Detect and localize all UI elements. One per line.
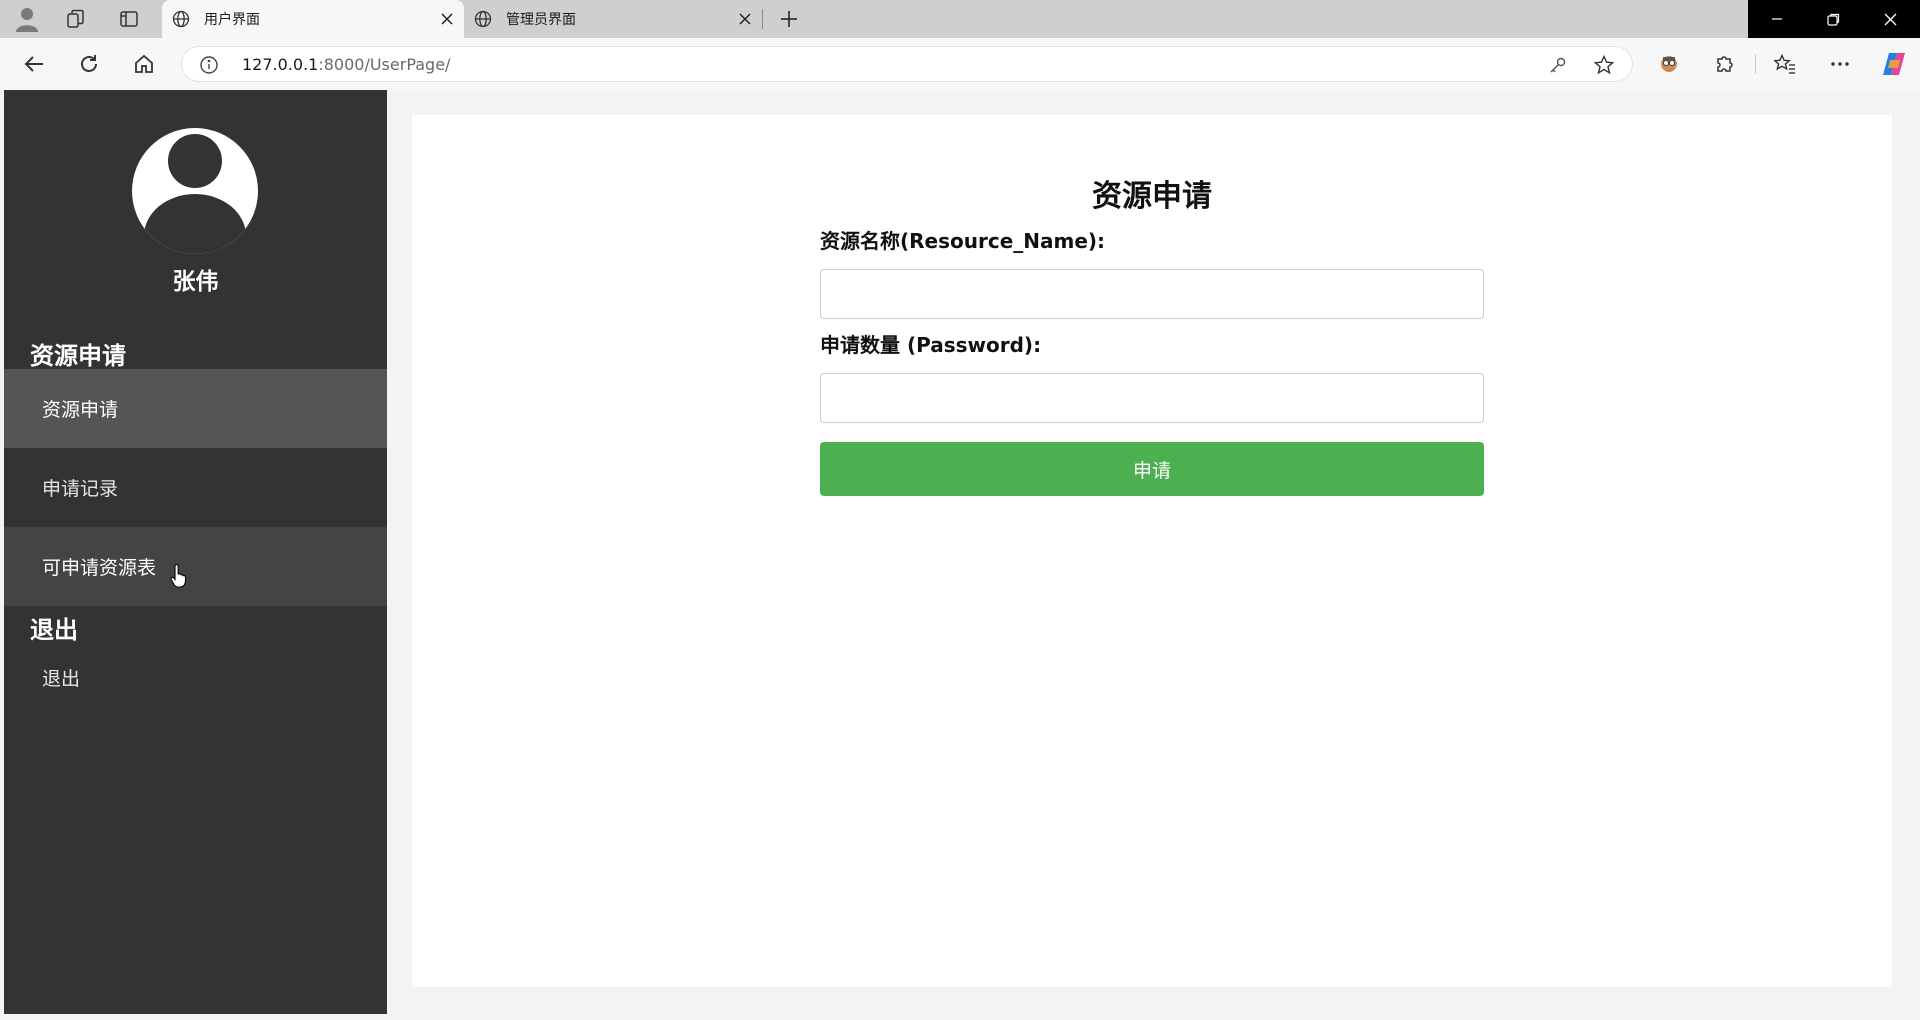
toolbar-separator [1755,54,1756,74]
sidebar-item-label: 资源申请 [42,399,119,421]
page-viewport: 张伟 资源申请 资源申请 申请记录 可申请资源表 退出 退出 资源申请 资源名称… [4,90,1916,1014]
copilot-icon[interactable] [1877,48,1911,80]
sidebar-item-apply-records[interactable]: 申请记录 [4,448,387,527]
hand-cursor-icon [170,563,188,592]
extensions-icon[interactable] [1707,48,1741,80]
browser-toolbar: 127.0.0.1:8000/UserPage/ [0,38,1920,90]
tab-title: 管理员界面 [506,12,576,28]
favorites-icon[interactable] [1768,48,1802,80]
key-icon[interactable] [1546,54,1570,76]
tab-strip: 用户界面 管理员界面 [0,0,1920,38]
collections-icon[interactable] [60,4,92,34]
sidebar-item-label: 申请记录 [42,478,119,500]
url-host: 127.0.0.1 [242,55,319,74]
vertical-tabs-icon[interactable] [113,4,145,34]
quantity-label: 申请数量 (Password): [820,333,1042,357]
resource-name-label: 资源名称(Resource_Name): [820,229,1106,253]
refresh-icon[interactable] [72,48,106,80]
globe-icon [172,10,190,28]
window-controls [1748,0,1920,38]
close-tab-icon[interactable] [434,6,460,32]
quantity-input[interactable] [820,373,1484,423]
avatar-head [168,134,222,188]
more-options-icon[interactable] [1823,48,1857,80]
address-bar[interactable]: 127.0.0.1:8000/UserPage/ [181,46,1633,82]
close-window-icon[interactable] [1862,0,1919,38]
home-icon[interactable] [127,48,161,80]
profile-icon[interactable] [11,4,43,34]
globe-icon [474,10,492,28]
close-tab-icon[interactable] [732,6,758,32]
url-text[interactable]: 127.0.0.1:8000/UserPage/ [242,55,450,74]
sidebar-item-resource-apply[interactable]: 资源申请 [4,369,387,448]
sidebar-item-available-resources[interactable]: 可申请资源表 [4,527,387,606]
resource-name-input[interactable] [820,269,1484,319]
avatar [132,128,258,254]
favorite-star-icon[interactable] [1592,54,1616,76]
form-title: 资源申请 [1092,179,1212,214]
restore-icon[interactable] [1805,0,1862,38]
tab-user-page[interactable]: 用户界面 [162,0,464,38]
avatar-shoulders [144,194,246,254]
main-content: 资源申请 资源名称(Resource_Name): 申请数量 (Password… [412,115,1892,987]
site-info-icon[interactable] [199,55,219,75]
back-icon[interactable] [17,48,51,80]
sidebar-item-label: 可申请资源表 [42,557,157,579]
tab-separator [762,9,763,29]
minimize-icon[interactable] [1748,0,1805,38]
apply-submit-button[interactable]: 申请 [820,442,1484,496]
tab-admin-page[interactable]: 管理员界面 [464,0,762,38]
section-title-resource: 资源申请 [30,342,126,370]
username: 张伟 [172,269,219,295]
section-title-logout: 退出 [30,616,78,644]
sidebar: 张伟 资源申请 资源申请 申请记录 可申请资源表 退出 退出 [4,90,387,1014]
tab-title: 用户界面 [204,12,260,28]
url-path: :8000/UserPage/ [318,55,451,74]
extension-avatar-icon[interactable] [1652,48,1686,80]
sidebar-item-label: 退出 [42,667,81,690]
sidebar-item-logout[interactable]: 退出 [4,642,387,712]
new-tab-button[interactable] [773,4,805,34]
